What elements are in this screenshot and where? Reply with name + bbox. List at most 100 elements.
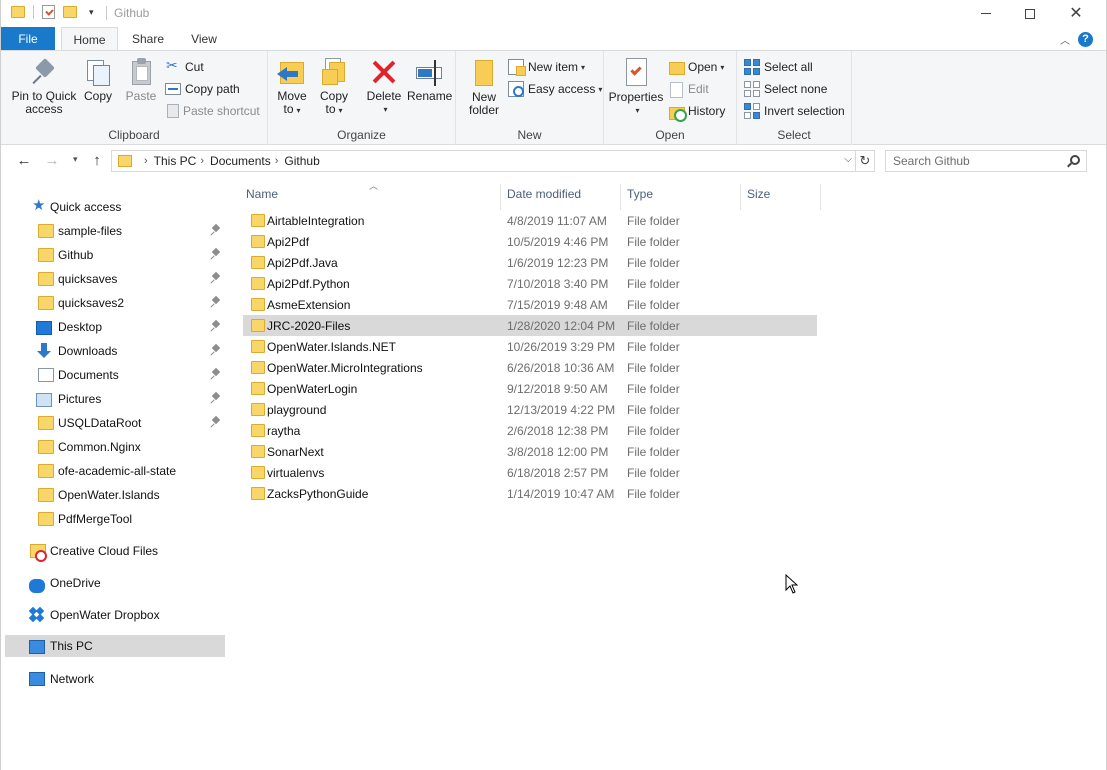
cut-button[interactable]: Cut — [165, 57, 204, 77]
breadcrumb-documents[interactable]: Documents — [210, 154, 271, 168]
sidebar-item-pictures[interactable]: Pictures — [5, 388, 225, 410]
maximize-button[interactable] — [1007, 0, 1053, 27]
table-row[interactable]: raytha 2/6/2018 12:38 PM File folder — [243, 420, 817, 441]
file-name[interactable]: Api2Pdf.Python — [267, 277, 350, 291]
new-folder-button[interactable]: New folder — [464, 57, 504, 117]
sidebar-item-ofe-academic-all-state[interactable]: ofe-academic-all-state — [5, 460, 225, 482]
collapse-ribbon-icon[interactable]: ︿ — [1060, 32, 1070, 47]
file-name[interactable]: OpenWater.Islands.NET — [267, 340, 396, 354]
sidebar-item-network[interactable]: Network — [5, 668, 225, 690]
customize-toolbar-icon[interactable]: ▾ — [89, 7, 97, 17]
recent-locations-icon[interactable]: ▾ — [73, 154, 78, 165]
sidebar-item-quicksaves2[interactable]: quicksaves2 — [5, 292, 225, 314]
sidebar-item-quick-access[interactable]: ★ Quick access — [5, 196, 225, 218]
file-name[interactable]: AsmeExtension — [267, 298, 350, 312]
breadcrumb-github[interactable]: Github — [284, 154, 319, 168]
search-box[interactable] — [885, 150, 1087, 172]
sidebar-item-common-nginx[interactable]: Common.Nginx — [5, 436, 225, 458]
delete-button[interactable]: Delete ▾ — [365, 57, 403, 116]
pin-icon[interactable] — [211, 369, 220, 381]
table-row[interactable]: JRC-2020-Files 1/28/2020 12:04 PM File fol… — [243, 315, 817, 336]
file-name[interactable]: ZacksPythonGuide — [267, 487, 368, 501]
sidebar-item-onedrive[interactable]: OneDrive — [5, 572, 225, 594]
sidebar-item-this-pc[interactable]: This PC — [5, 635, 225, 657]
table-row[interactable]: ZacksPythonGuide 1/14/2019 10:47 AM File f… — [243, 483, 817, 504]
search-icon[interactable] — [1070, 155, 1080, 165]
paste-button[interactable]: Paste — [122, 57, 160, 103]
table-row[interactable]: playground 12/13/2019 4:22 PM File folder — [243, 399, 817, 420]
rename-button[interactable]: Rename — [407, 57, 452, 103]
table-row[interactable]: virtualenvs 6/18/2018 2:57 PM File folder — [243, 462, 817, 483]
file-name[interactable]: JRC-2020-Files — [267, 319, 350, 333]
pin-icon[interactable] — [211, 273, 220, 285]
column-header-size[interactable]: Size — [741, 184, 821, 210]
sidebar-item-documents[interactable]: Documents — [5, 364, 225, 386]
breadcrumb-this-pc[interactable]: This PC — [154, 154, 197, 168]
new-item-button[interactable]: New item ▾ — [508, 57, 585, 77]
chevron-right-icon[interactable]: › — [200, 155, 204, 167]
chevron-right-icon[interactable]: › — [144, 155, 148, 167]
close-button[interactable]: ✕ — [1053, 0, 1099, 27]
sidebar-item-openwater-dropbox[interactable]: OpenWater Dropbox — [5, 604, 225, 626]
pin-icon[interactable] — [211, 249, 220, 261]
address-bar[interactable]: › This PC › Documents › Github ⌵ — [111, 150, 856, 172]
pin-icon[interactable] — [211, 417, 220, 429]
properties-icon[interactable] — [42, 5, 55, 19]
pin-icon[interactable] — [211, 393, 220, 405]
sidebar-item-sample-files[interactable]: sample-files — [5, 220, 225, 242]
table-row[interactable]: Api2Pdf.Python 7/10/2018 3:40 PM File fold… — [243, 273, 817, 294]
address-history-icon[interactable]: ⌵ — [844, 154, 852, 165]
forward-button[interactable]: → — [43, 152, 61, 170]
column-header-date-modified[interactable]: Date modified — [501, 184, 621, 210]
sidebar-item-openwater-islands[interactable]: OpenWater.Islands — [5, 484, 225, 506]
file-name[interactable]: virtualenvs — [267, 466, 324, 480]
paste-shortcut-button[interactable]: Paste shortcut — [165, 101, 260, 121]
file-name[interactable]: SonarNext — [267, 445, 324, 459]
file-name[interactable]: OpenWaterLogin — [267, 382, 357, 396]
file-name[interactable]: playground — [267, 403, 326, 417]
sidebar-item-github[interactable]: Github — [5, 244, 225, 266]
file-name[interactable]: OpenWater.MicroIntegrations — [267, 361, 423, 375]
pin-icon[interactable] — [211, 321, 220, 333]
open-button[interactable]: Open ▾ — [668, 57, 724, 77]
table-row[interactable]: OpenWater.MicroIntegrations 6/26/2018 10:… — [243, 357, 817, 378]
sidebar-item-creative-cloud-files[interactable]: Creative Cloud Files — [5, 540, 225, 562]
select-all-button[interactable]: Select all — [744, 57, 813, 77]
table-row[interactable]: AirtableIntegration 4/8/2019 11:07 AM File… — [243, 210, 817, 231]
file-name[interactable]: raytha — [267, 424, 300, 438]
table-row[interactable]: Api2Pdf.Java 1/6/2019 12:23 PM File folder — [243, 252, 817, 273]
column-header-type[interactable]: Type — [621, 184, 741, 210]
easy-access-button[interactable]: Easy access ▾ — [508, 79, 602, 99]
sidebar-item-quicksaves[interactable]: quicksaves — [5, 268, 225, 290]
pin-icon[interactable] — [211, 225, 220, 237]
table-row[interactable]: SonarNext 3/8/2018 12:00 PM File folder — [243, 441, 817, 462]
tab-view[interactable]: View — [181, 27, 227, 51]
pin-to-quick-access-button[interactable]: Pin to Quick access — [9, 57, 79, 116]
table-row[interactable]: OpenWater.Islands.NET 10/26/2019 3:29 PM F… — [243, 336, 817, 357]
help-icon[interactable]: ? — [1078, 32, 1093, 47]
copy-to-button[interactable]: Copy to ▾ — [316, 57, 352, 117]
sidebar-item-desktop[interactable]: Desktop — [5, 316, 225, 338]
pin-icon[interactable] — [211, 345, 220, 357]
copy-path-button[interactable]: Copy path — [165, 79, 240, 99]
sidebar-item-pdfmergetool[interactable]: PdfMergeTool — [5, 508, 225, 530]
table-row[interactable]: AsmeExtension 7/15/2019 9:48 AM File folde… — [243, 294, 817, 315]
refresh-button[interactable]: ↻ — [856, 150, 875, 172]
tab-share[interactable]: Share — [125, 27, 171, 51]
file-name[interactable]: AirtableIntegration — [267, 214, 364, 228]
properties-button[interactable]: Properties ▾ — [608, 57, 664, 117]
table-row[interactable]: OpenWaterLogin 9/12/2018 9:50 AM File fold… — [243, 378, 817, 399]
table-row[interactable]: Api2Pdf 10/5/2019 4:46 PM File folder — [243, 231, 817, 252]
up-button[interactable]: ↑ — [88, 152, 106, 170]
copy-button[interactable]: Copy — [81, 57, 115, 103]
sidebar-item-downloads[interactable]: Downloads — [5, 340, 225, 362]
tab-home[interactable]: Home — [61, 27, 118, 52]
history-button[interactable]: History — [668, 101, 725, 122]
search-input[interactable] — [886, 151, 1056, 171]
file-name[interactable]: Api2Pdf.Java — [267, 256, 338, 270]
tab-file[interactable]: File — [1, 27, 55, 51]
new-folder-icon[interactable] — [63, 6, 77, 18]
sidebar-item-usqldataroot[interactable]: USQLDataRoot — [5, 412, 225, 434]
move-to-button[interactable]: Move to ▾ — [274, 57, 310, 117]
invert-selection-button[interactable]: Invert selection — [744, 101, 845, 121]
